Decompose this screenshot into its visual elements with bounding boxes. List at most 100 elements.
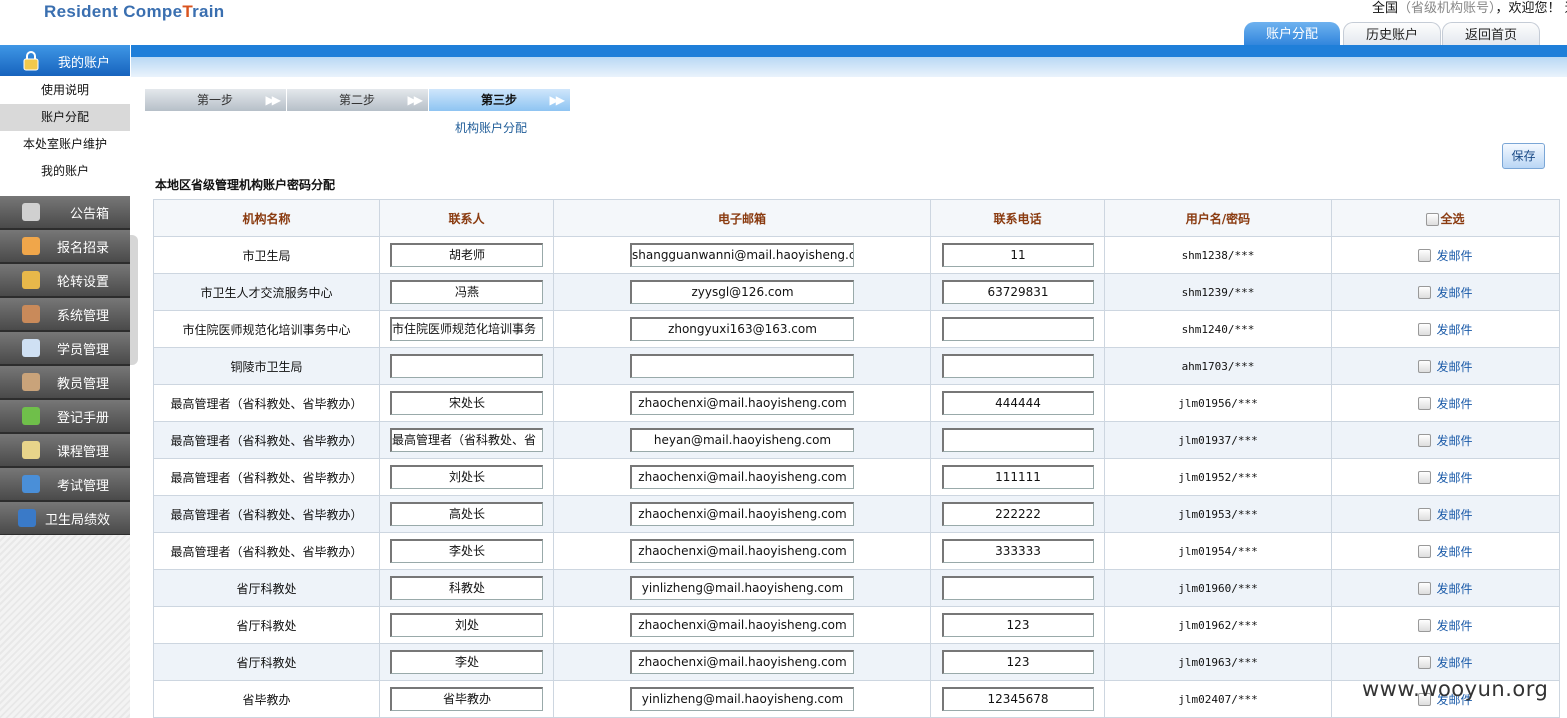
phone-input[interactable]: 63729831 xyxy=(941,280,1094,304)
table-row: 市卫生人才交流服务中心 冯燕 zyysgl@126.com 63729831 shm12… xyxy=(153,273,1560,311)
email-input[interactable]: zhaochenxi@mail.haoyisheng.com xyxy=(630,465,854,489)
email-input[interactable]: zhaochenxi@mail.haoyisheng.com xyxy=(630,539,854,563)
sidebar-group-students[interactable]: 学员管理 xyxy=(0,332,130,366)
send-mail-link[interactable]: 发邮件 xyxy=(1436,323,1472,337)
contact-input[interactable]: 胡老师 xyxy=(390,243,543,267)
tab-back-home[interactable]: 返回首页 xyxy=(1442,22,1540,46)
phone-input[interactable]: 333333 xyxy=(941,539,1094,563)
contact-input[interactable]: 科教处 xyxy=(390,576,543,600)
phone-input[interactable] xyxy=(941,428,1094,452)
contact-input[interactable]: 市住院医师规范化培训事务 xyxy=(390,317,543,341)
row-checkbox[interactable] xyxy=(1418,359,1432,373)
contact-input[interactable]: 宋处长 xyxy=(390,391,543,415)
phone-input[interactable]: 11 xyxy=(941,243,1094,267)
app-logo: Resident CompeTrain xyxy=(44,2,225,21)
contact-input[interactable] xyxy=(390,354,543,378)
sidebar-item-my-account[interactable]: 我的账户 xyxy=(0,158,130,185)
contact-input[interactable]: 省毕教办 xyxy=(390,687,543,711)
phone-input[interactable] xyxy=(941,576,1094,600)
sidebar-group-health-bureau-performance[interactable]: 卫生局绩效 xyxy=(0,502,130,536)
row-checkbox[interactable] xyxy=(1418,248,1432,262)
email-input[interactable]: yinlizheng@mail.haoyisheng.com xyxy=(630,687,854,711)
select-all-label: 全选 xyxy=(1440,211,1465,226)
table-row: 最高管理者（省科教处、省毕教办） 宋处长 zhaochenxi@mail.haoyi… xyxy=(153,384,1560,422)
sidebar-group-courses[interactable]: 课程管理 xyxy=(0,434,130,468)
sidebar-group-registration[interactable]: 报名招录 xyxy=(0,230,130,264)
tab-history-accounts[interactable]: 历史账户 xyxy=(1343,22,1441,46)
sidebar-group-rotation[interactable]: 轮转设置 xyxy=(0,264,130,298)
table-row: 省厅科教处 科教处 yinlizheng@mail.haoyisheng.com jl… xyxy=(153,569,1560,607)
row-checkbox[interactable] xyxy=(1418,544,1432,558)
org-name-cell: 最高管理者（省科教处、省毕教办） xyxy=(153,421,380,459)
contact-input[interactable]: 李处长 xyxy=(390,539,543,563)
send-mail-link[interactable]: 发邮件 xyxy=(1436,360,1472,374)
row-checkbox[interactable] xyxy=(1418,470,1432,484)
phone-input[interactable]: 123 xyxy=(941,613,1094,637)
phone-input[interactable]: 12345678 xyxy=(941,687,1094,711)
org-name-cell: 最高管理者（省科教处、省毕教办） xyxy=(153,458,380,496)
send-mail-link[interactable]: 发邮件 xyxy=(1436,434,1472,448)
contact-input[interactable]: 最高管理者（省科教处、省 xyxy=(390,428,543,452)
contact-input[interactable]: 刘处 xyxy=(390,613,543,637)
row-checkbox[interactable] xyxy=(1418,618,1432,632)
select-all-checkbox[interactable] xyxy=(1426,212,1440,226)
row-checkbox[interactable] xyxy=(1418,655,1432,669)
contact-input[interactable]: 李处 xyxy=(390,650,543,674)
email-input[interactable]: shangguanwanni@mail.haoyisheng.co xyxy=(630,243,854,267)
sidebar-group-register-book[interactable]: 登记手册 xyxy=(0,400,130,434)
contact-input[interactable]: 冯燕 xyxy=(390,280,543,304)
email-cell: zhongyuxi163@163.com xyxy=(553,310,931,348)
email-cell: yinlizheng@mail.haoyisheng.com xyxy=(553,680,931,718)
tab-account-allocation[interactable]: 账户分配 xyxy=(1244,22,1340,46)
email-input[interactable]: yinlizheng@mail.haoyisheng.com xyxy=(630,576,854,600)
email-input[interactable]: heyan@mail.haoyisheng.com xyxy=(630,428,854,452)
send-mail-link[interactable]: 发邮件 xyxy=(1436,397,1472,411)
row-checkbox[interactable] xyxy=(1418,322,1432,336)
email-input[interactable]: zhaochenxi@mail.haoyisheng.com xyxy=(630,613,854,637)
email-input[interactable]: zyysgl@126.com xyxy=(630,280,854,304)
sidebar-group-system[interactable]: 系统管理 xyxy=(0,298,130,332)
row-checkbox[interactable] xyxy=(1418,507,1432,521)
save-button[interactable]: 保存 xyxy=(1502,143,1545,169)
send-mail-link[interactable]: 发邮件 xyxy=(1436,656,1472,670)
phone-input[interactable]: 111111 xyxy=(941,465,1094,489)
email-input[interactable]: zhaochenxi@mail.haoyisheng.com xyxy=(630,391,854,415)
email-input[interactable] xyxy=(630,354,854,378)
phone-input[interactable]: 123 xyxy=(941,650,1094,674)
contact-cell: 刘处 xyxy=(379,606,554,644)
row-checkbox[interactable] xyxy=(1418,396,1432,410)
row-checkbox[interactable] xyxy=(1418,433,1432,447)
row-checkbox[interactable] xyxy=(1418,581,1432,595)
email-input[interactable]: zhongyuxi163@163.com xyxy=(630,317,854,341)
sidebar-collapse-handle[interactable] xyxy=(130,235,138,365)
send-mail-link[interactable]: 发邮件 xyxy=(1436,545,1472,559)
email-input[interactable]: zhaochenxi@mail.haoyisheng.com xyxy=(630,650,854,674)
sidebar-group-teachers[interactable]: 教员管理 xyxy=(0,366,130,400)
row-checkbox[interactable] xyxy=(1418,285,1432,299)
contact-input[interactable]: 刘处长 xyxy=(390,465,543,489)
step-subtitle: 机构账户分配 xyxy=(455,121,528,135)
sidebar-item-account-allocation[interactable]: 账户分配 xyxy=(0,104,130,131)
org-name-cell: 市住院医师规范化培训事务中心 xyxy=(153,310,380,348)
send-mail-link[interactable]: 发邮件 xyxy=(1436,582,1472,596)
contact-input[interactable]: 高处长 xyxy=(390,502,543,526)
username-cell: jlm01953/*** xyxy=(1104,495,1332,533)
sidebar-item-dept-account-maintenance[interactable]: 本处室账户维护 xyxy=(0,131,130,158)
email-input[interactable]: zhaochenxi@mail.haoyisheng.com xyxy=(630,502,854,526)
sidebar-group-exams[interactable]: 考试管理 xyxy=(0,468,130,502)
phone-input[interactable]: 444444 xyxy=(941,391,1094,415)
send-mail-link[interactable]: 发邮件 xyxy=(1436,471,1472,485)
mail-cell: 发邮件 xyxy=(1331,347,1560,385)
send-mail-link[interactable]: 发邮件 xyxy=(1436,619,1472,633)
col-username-password: 用户名/密码 xyxy=(1104,199,1332,237)
sidebar-item-usage-guide[interactable]: 使用说明 xyxy=(0,77,130,104)
sidebar-head-my-account[interactable]: 我的账户 xyxy=(0,45,130,76)
send-mail-link[interactable]: 发邮件 xyxy=(1436,286,1472,300)
send-mail-link[interactable]: 发邮件 xyxy=(1436,508,1472,522)
phone-input[interactable] xyxy=(941,317,1094,341)
phone-input[interactable]: 222222 xyxy=(941,502,1094,526)
send-mail-link[interactable]: 发邮件 xyxy=(1436,249,1472,263)
phone-input[interactable] xyxy=(941,354,1094,378)
sidebar-group-bulletin[interactable]: 公告箱 xyxy=(0,196,130,230)
sidebar: 我的账户 使用说明 账户分配 本处室账户维护 我的账户 公告箱 报名招录 轮转设… xyxy=(0,45,130,718)
